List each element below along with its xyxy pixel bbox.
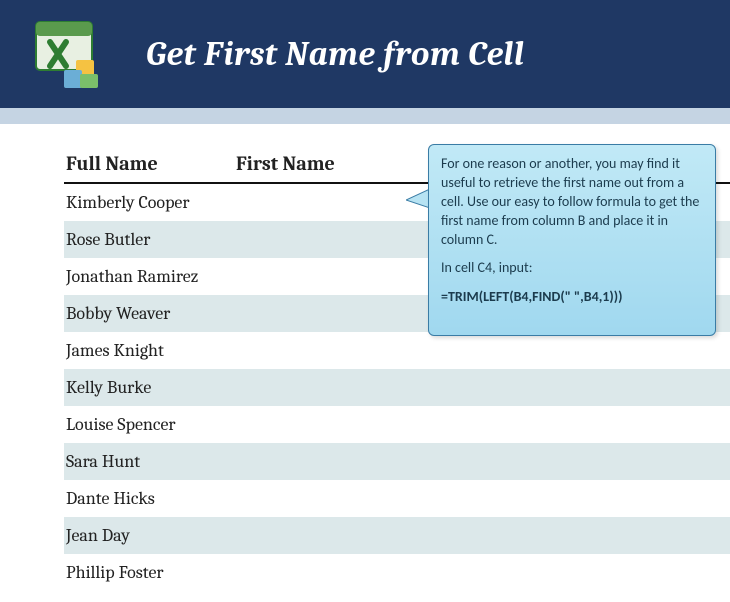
table-row: Dante Hicks: [64, 480, 730, 517]
callout-text-2: In cell C4, input:: [441, 259, 703, 278]
callout-text-1: For one reason or another, you may find …: [441, 155, 703, 249]
cell-full-name: Louise Spencer: [64, 414, 234, 435]
cell-full-name: James Knight: [64, 340, 234, 361]
cell-full-name: Dante Hicks: [64, 488, 234, 509]
table-row: Sara Hunt: [64, 443, 730, 480]
cell-full-name: Jean Day: [64, 525, 234, 546]
cell-full-name: Bobby Weaver: [64, 303, 234, 324]
table-row: Kelly Burke: [64, 369, 730, 406]
cell-full-name: Rose Butler: [64, 229, 234, 250]
callout-tail: [406, 186, 430, 212]
cell-full-name: Kelly Burke: [64, 377, 234, 398]
cell-full-name: Sara Hunt: [64, 451, 234, 472]
cell-full-name: Jonathan Ramirez: [64, 266, 234, 287]
excel-icon: [30, 16, 106, 92]
callout-formula: =TRIM(LEFT(B4,FIND(" ",B4,1))): [441, 288, 703, 307]
page-title: Get First Name from Cell: [146, 34, 524, 74]
instruction-callout: For one reason or another, you may find …: [428, 144, 716, 336]
header-full-name: Full Name: [64, 152, 234, 175]
table-row: Louise Spencer: [64, 406, 730, 443]
sub-banner: [0, 108, 730, 124]
table-row: Phillip Foster: [64, 554, 730, 591]
cell-full-name: Kimberly Cooper: [64, 192, 234, 213]
title-banner: Get First Name from Cell: [0, 0, 730, 108]
table-row: James Knight: [64, 332, 730, 369]
header-first-name: First Name: [234, 152, 434, 175]
cell-full-name: Phillip Foster: [64, 562, 234, 583]
table-row: Jean Day: [64, 517, 730, 554]
